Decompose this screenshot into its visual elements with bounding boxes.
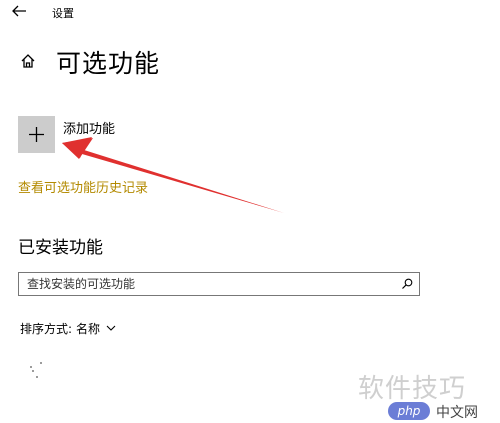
back-arrow-icon[interactable] [10,3,28,19]
watermark-site: 中文网 [436,405,478,421]
sort-value[interactable]: 名称 [76,320,100,337]
search-box[interactable] [18,272,420,296]
sort-label: 排序方式: [20,322,73,336]
title-bar: 设置 [0,0,500,26]
history-link[interactable]: 查看可选功能历史记录 [18,177,148,196]
search-icon[interactable] [401,278,413,290]
watermark-text: 软件技巧 [358,374,467,404]
add-feature-label[interactable]: 添加功能 [63,118,115,137]
page-title: 可选功能 [56,49,161,78]
add-feature-button[interactable] [18,116,55,153]
plus-icon [29,127,44,142]
home-icon[interactable] [20,53,36,69]
installed-features-heading: 已安装功能 [18,238,103,258]
loading-dots-icon [30,362,42,378]
watermark-logo: php [388,402,430,420]
chevron-down-icon[interactable] [106,325,116,332]
sort-dropdown[interactable]: 排序方式: 名称 [20,320,116,337]
search-input[interactable] [19,273,389,295]
window-title: 设置 [52,7,74,20]
